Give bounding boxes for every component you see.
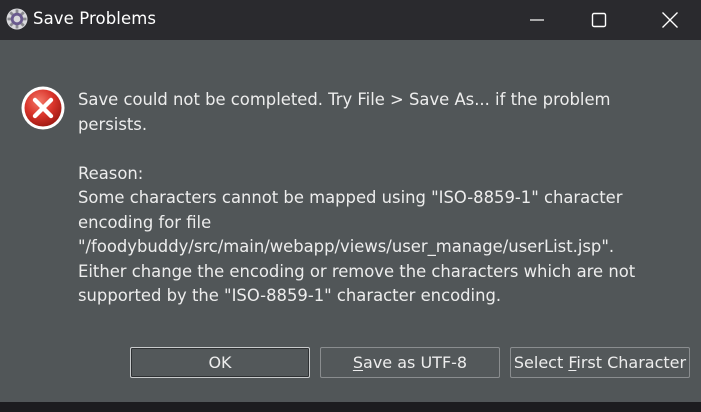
window-shadow-strip	[0, 402, 701, 412]
reason-line: Some characters cannot be mapped using "…	[78, 188, 623, 207]
select-first-character-button[interactable]: Select First Character	[510, 347, 690, 378]
close-button[interactable]	[638, 0, 701, 40]
titlebar: Save Problems	[0, 0, 701, 40]
reason-line: Either change the encoding or remove the…	[78, 261, 636, 281]
save-as-utf8-button[interactable]: Save as UTF-8	[320, 347, 500, 378]
close-icon	[662, 12, 678, 28]
maximize-icon	[591, 12, 607, 28]
ok-button-label: OK	[208, 353, 232, 372]
maximize-button[interactable]	[567, 0, 631, 40]
error-icon	[20, 85, 66, 131]
message-line: persists.	[78, 114, 148, 134]
save-as-utf8-label: Save as UTF-8	[352, 353, 468, 372]
reason-label: Reason:	[78, 163, 144, 183]
ok-button[interactable]: OK	[130, 347, 310, 378]
minimize-icon	[530, 19, 544, 21]
message-line: Save could not be completed. Try File > …	[78, 90, 611, 109]
reason-line: supported by the "ISO-8859-1" character …	[78, 286, 502, 305]
save-problems-dialog: Save Problems Save could not be complete…	[0, 0, 701, 402]
gear-icon	[5, 7, 29, 31]
minimize-button[interactable]	[505, 0, 569, 40]
error-message: Save could not be completed. Try File > …	[78, 88, 678, 309]
select-first-character-label: Select First Character	[513, 353, 687, 372]
reason-line: "/foodybuddy/src/main/webapp/views/user_…	[78, 237, 615, 256]
window-title: Save Problems	[33, 9, 157, 28]
reason-line: encoding for file	[78, 212, 212, 232]
